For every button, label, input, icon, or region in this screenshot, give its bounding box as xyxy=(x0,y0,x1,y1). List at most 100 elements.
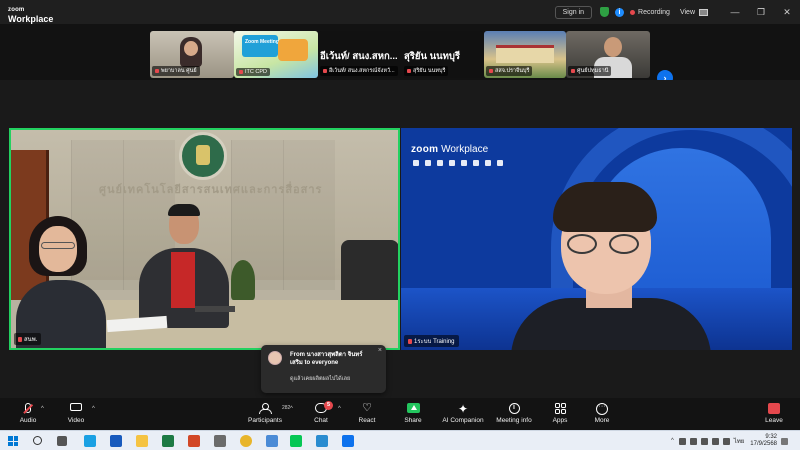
share-button[interactable]: Share xyxy=(398,398,428,430)
muted-mic-icon xyxy=(18,336,22,342)
participant-thumbnail[interactable]: ศูนย์ปทุมธานี xyxy=(566,31,650,78)
remote-app-icon[interactable] xyxy=(266,435,278,447)
muted-mic-icon xyxy=(323,68,327,73)
participant-video-tile[interactable]: zoom Workplace 1ระบบ Training xyxy=(401,128,792,350)
react-button[interactable]: ♡ React xyxy=(352,398,382,430)
glasses xyxy=(609,234,639,254)
chrome-icon[interactable] xyxy=(240,435,252,447)
ai-companion-button[interactable]: ✦ AI Companion xyxy=(440,398,486,430)
view-button[interactable]: View xyxy=(679,8,708,16)
leave-button[interactable]: Leave xyxy=(760,398,788,430)
zoom-taskbar-icon[interactable] xyxy=(342,435,354,447)
participants-button[interactable]: Participants xyxy=(244,398,286,430)
whiteboard-icon xyxy=(485,160,491,166)
participant-name: ศูนย์ปทุมธานี xyxy=(568,66,612,76)
chat-notification[interactable]: From นางสาวสุพลิดา จินทร์เสริม to everyo… xyxy=(261,345,386,393)
search-icon[interactable] xyxy=(33,436,42,445)
active-speaker-video-tile[interactable]: ศูนย์เทคโนโลยีสารสนเทศและการสื่อสาร สนพ. xyxy=(9,128,400,350)
participant-name: อีเว้นท์/ สนง.สหกรณ์จังหวั... xyxy=(320,66,398,76)
title-bar-right: Sign in i Recording View — ❐ ✕ xyxy=(554,0,800,24)
sign-in-button[interactable]: Sign in xyxy=(554,5,593,19)
audio-button[interactable]: Audio xyxy=(14,398,42,430)
sender-avatar xyxy=(268,351,282,365)
apps-grid-icon xyxy=(554,403,566,414)
network-app-icon[interactable] xyxy=(316,435,328,447)
meeting-info-label: Meeting info xyxy=(496,417,532,424)
meeting-info-button[interactable]: i Meeting info xyxy=(492,398,536,430)
participant-name-large: สุริยัน นนทบุรี xyxy=(404,51,460,62)
word-icon[interactable] xyxy=(110,435,122,447)
meeting-info-icon[interactable]: i xyxy=(615,7,625,17)
organization-emblem-icon xyxy=(179,132,227,180)
windows-taskbar: ^ ไทย 9:32 17/9/2568 xyxy=(0,430,800,450)
recording-dot-icon xyxy=(630,9,636,15)
powerpoint-icon[interactable] xyxy=(188,435,200,447)
participant-name: ITC CPD xyxy=(236,68,270,76)
video-label: Video xyxy=(67,417,85,424)
mail-icon xyxy=(461,160,467,166)
edge-browser-icon[interactable] xyxy=(84,435,96,447)
participant-face xyxy=(604,37,622,57)
file-explorer-icon[interactable] xyxy=(136,435,148,447)
participant-name: สุริยัน นนทบุรี xyxy=(404,66,449,76)
close-window-button[interactable]: ✕ xyxy=(774,0,800,24)
notification-icon[interactable] xyxy=(781,437,788,445)
participant-thumbnail[interactable]: สุริยัน นนทบุรี สุริยัน นนทบุรี xyxy=(402,31,484,78)
more-button[interactable]: ··· More xyxy=(588,398,616,430)
recording-indicator[interactable]: Recording xyxy=(630,9,670,16)
close-notification-icon[interactable]: × xyxy=(378,347,382,354)
participants-icon xyxy=(259,403,272,414)
minimize-button[interactable]: — xyxy=(722,0,748,24)
participant-hair xyxy=(168,204,200,216)
apps-button[interactable]: Apps xyxy=(546,398,574,430)
participant-strip: พยาบาลน ศูนย์ Zoom Meeting ITC CPD อีเว้… xyxy=(0,24,800,86)
restore-button[interactable]: ❐ xyxy=(748,0,774,24)
participants-label: Participants xyxy=(248,417,282,424)
sparkle-icon: ✦ xyxy=(457,402,469,416)
video-options-chevron-icon[interactable]: ^ xyxy=(92,406,95,412)
task-view-icon[interactable] xyxy=(57,436,67,446)
ai-companion-label: AI Companion xyxy=(442,417,484,424)
info-icon: i xyxy=(508,403,520,414)
virtual-background-product: Workplace xyxy=(441,144,489,155)
tray-app-icon[interactable] xyxy=(678,437,686,445)
more-label: More xyxy=(594,417,610,424)
heart-icon: ♡ xyxy=(362,402,372,414)
video-tile-name: 1ระบบ Training xyxy=(404,335,459,347)
zoom-meeting-window: zoom Workplace Sign in i Recording View … xyxy=(0,0,800,450)
muted-mic-icon xyxy=(408,338,412,344)
participants-options-chevron-icon[interactable]: ^ xyxy=(290,406,293,412)
muted-mic-icon xyxy=(155,68,159,73)
brand-large: Workplace xyxy=(8,14,54,24)
participant-thumbnail[interactable]: อีเว้นท์/ สนง.สหก... อีเว้นท์/ สนง.สหกรณ… xyxy=(318,31,402,78)
camera-app-icon[interactable] xyxy=(214,435,226,447)
input-language[interactable]: ไทย xyxy=(734,436,745,446)
encryption-shield-icon[interactable] xyxy=(600,7,610,17)
tray-expand-chevron-icon[interactable]: ^ xyxy=(671,438,674,444)
virtual-background-logo: zoom Workplace xyxy=(411,144,488,155)
tray-app-icon[interactable] xyxy=(700,437,708,445)
glasses xyxy=(567,234,597,254)
tile-graphic-text: Zoom Meeting xyxy=(245,39,279,45)
wifi-icon[interactable] xyxy=(711,437,719,445)
react-label: React xyxy=(358,417,376,424)
video-button[interactable]: Video xyxy=(62,398,90,430)
audio-options-chevron-icon[interactable]: ^ xyxy=(41,406,44,412)
view-label: View xyxy=(679,8,695,16)
volume-icon[interactable] xyxy=(722,437,730,445)
title-bar: zoom Workplace Sign in i Recording View … xyxy=(0,0,800,24)
windows-start-icon[interactable] xyxy=(8,436,18,446)
chat-options-chevron-icon[interactable]: ^ xyxy=(338,406,341,412)
participant-thumbnail[interactable]: พยาบาลน ศูนย์ xyxy=(150,31,234,78)
more-options-icon: ··· xyxy=(596,403,608,415)
glasses xyxy=(41,242,75,249)
participant-thumbnail[interactable]: สสจ.ปราจีนบุรี xyxy=(484,31,566,78)
tray-microphone-icon[interactable] xyxy=(689,437,697,445)
phone-icon xyxy=(425,160,431,166)
participant-thumbnail[interactable]: Zoom Meeting ITC CPD xyxy=(234,31,318,78)
system-clock[interactable]: 9:32 17/9/2568 xyxy=(750,434,777,448)
video-camera-icon xyxy=(70,403,82,411)
line-app-icon[interactable] xyxy=(290,435,302,447)
excel-icon[interactable] xyxy=(162,435,174,447)
potted-plant xyxy=(231,260,255,300)
